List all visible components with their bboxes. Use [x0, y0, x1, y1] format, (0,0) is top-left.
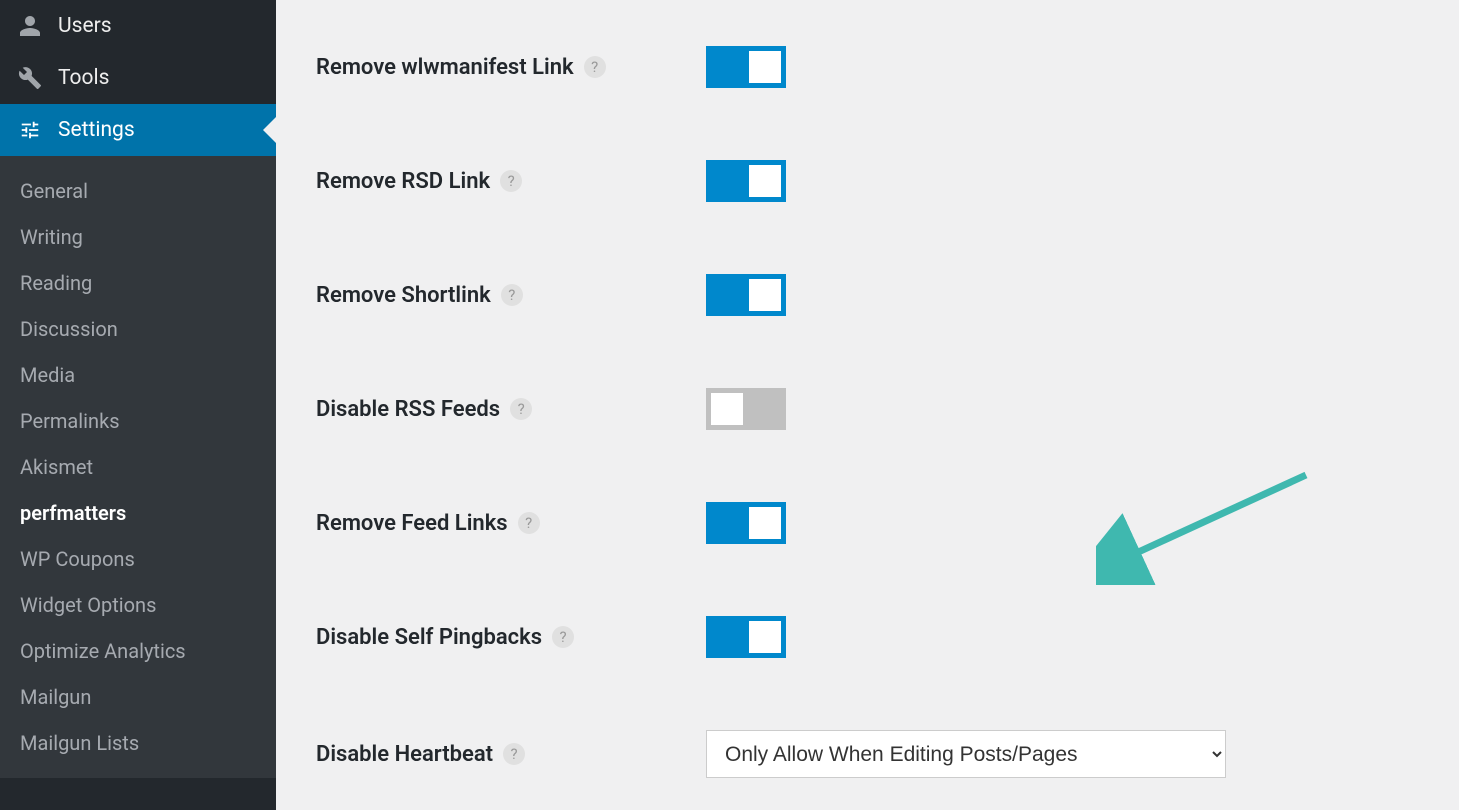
row-feed-links: Remove Feed Links ?	[316, 466, 1419, 580]
row-self-pingbacks: Disable Self Pingbacks ?	[316, 580, 1419, 694]
menu-label: Tools	[58, 66, 109, 90]
settings-submenu: General Writing Reading Discussion Media…	[0, 156, 276, 778]
menu-item-users[interactable]: Users	[0, 0, 276, 52]
user-icon	[16, 12, 44, 40]
setting-label: Remove wlwmanifest Link ?	[316, 55, 706, 80]
select-disable-heartbeat[interactable]: Only Allow When Editing Posts/Pages	[706, 730, 1226, 778]
menu-label: Users	[58, 14, 112, 38]
row-rss-feeds: Disable RSS Feeds ?	[316, 352, 1419, 466]
toggle-wlwmanifest[interactable]	[706, 46, 786, 88]
setting-label: Remove RSD Link ?	[316, 169, 706, 194]
toggle-self-pingbacks[interactable]	[706, 616, 786, 658]
submenu-item-mailgun-lists[interactable]: Mailgun Lists	[0, 720, 276, 766]
settings-content: Remove wlwmanifest Link ? Remove RSD Lin…	[276, 0, 1459, 810]
submenu-item-general[interactable]: General	[0, 168, 276, 214]
help-icon[interactable]: ?	[503, 743, 525, 765]
submenu-item-writing[interactable]: Writing	[0, 214, 276, 260]
row-shortlink: Remove Shortlink ?	[316, 238, 1419, 352]
admin-sidebar: Users Tools Settings General Writing Rea…	[0, 0, 276, 810]
help-icon[interactable]: ?	[518, 512, 540, 534]
setting-label: Remove Feed Links ?	[316, 511, 706, 536]
submenu-item-media[interactable]: Media	[0, 352, 276, 398]
toggle-rss-feeds[interactable]	[706, 388, 786, 430]
help-icon[interactable]: ?	[510, 398, 532, 420]
wrench-icon	[16, 64, 44, 92]
help-icon[interactable]: ?	[500, 170, 522, 192]
help-icon[interactable]: ?	[584, 56, 606, 78]
submenu-item-akismet[interactable]: Akismet	[0, 444, 276, 490]
setting-label: Disable RSS Feeds ?	[316, 397, 706, 422]
setting-label: Disable Heartbeat ?	[316, 742, 706, 767]
toggle-shortlink[interactable]	[706, 274, 786, 316]
submenu-item-permalinks[interactable]: Permalinks	[0, 398, 276, 444]
menu-label: Settings	[58, 118, 135, 142]
setting-label: Disable Self Pingbacks ?	[316, 625, 706, 650]
submenu-item-mailgun[interactable]: Mailgun	[0, 674, 276, 720]
submenu-item-optimize-analytics[interactable]: Optimize Analytics	[0, 628, 276, 674]
submenu-item-wp-coupons[interactable]: WP Coupons	[0, 536, 276, 582]
row-rsd: Remove RSD Link ?	[316, 124, 1419, 238]
toggle-rsd[interactable]	[706, 160, 786, 202]
submenu-item-reading[interactable]: Reading	[0, 260, 276, 306]
toggle-feed-links[interactable]	[706, 502, 786, 544]
submenu-item-perfmatters[interactable]: perfmatters	[0, 490, 276, 536]
submenu-item-widget-options[interactable]: Widget Options	[0, 582, 276, 628]
row-wlwmanifest: Remove wlwmanifest Link ?	[316, 10, 1419, 124]
setting-label: Remove Shortlink ?	[316, 283, 706, 308]
help-icon[interactable]: ?	[552, 626, 574, 648]
sliders-icon	[16, 116, 44, 144]
row-disable-heartbeat: Disable Heartbeat ? Only Allow When Edit…	[316, 694, 1419, 810]
menu-item-settings[interactable]: Settings	[0, 104, 276, 156]
menu-item-tools[interactable]: Tools	[0, 52, 276, 104]
help-icon[interactable]: ?	[501, 284, 523, 306]
submenu-item-discussion[interactable]: Discussion	[0, 306, 276, 352]
